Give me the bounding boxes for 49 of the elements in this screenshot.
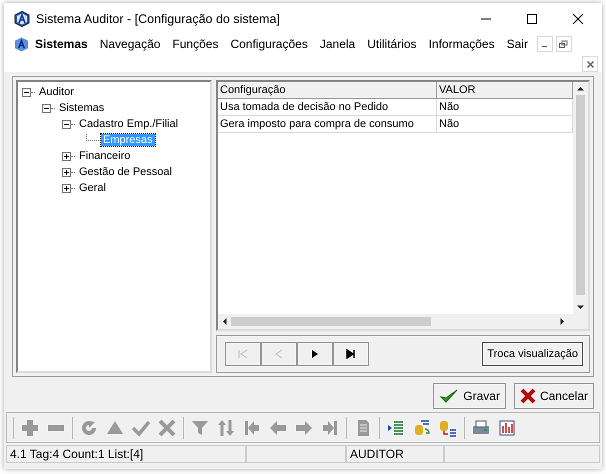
scroll-left-icon[interactable]	[222, 318, 227, 325]
menu-item[interactable]: Utilitários	[361, 37, 423, 51]
skip-right-icon	[345, 348, 357, 359]
toggle-view-button[interactable]: Troca visualização	[482, 342, 583, 366]
status-panel: 4.1 Tag:4 Count:1 List:[4]	[6, 445, 246, 463]
table-cell: Usa tomada de decisão no Pedido	[218, 99, 437, 116]
maximize-icon[interactable]	[526, 13, 538, 25]
menu-item[interactable]: Sistemas	[29, 37, 94, 51]
scroll-down-icon[interactable]	[577, 304, 584, 310]
expand-icon[interactable]	[62, 152, 71, 160]
skip-left-icon	[237, 348, 249, 359]
left-icon	[273, 348, 285, 359]
app-logo-icon	[14, 36, 29, 52]
collapse-icon[interactable]	[22, 88, 31, 96]
scroll-right-icon[interactable]	[560, 318, 565, 325]
vertical-scrollbar[interactable]	[573, 82, 588, 314]
collapse-icon[interactable]	[42, 104, 51, 112]
menu-item[interactable]: Sair	[500, 37, 534, 51]
next-record-button[interactable]	[297, 342, 333, 366]
scroll-up-icon[interactable]	[577, 86, 584, 91]
menu-item[interactable]: Funções	[166, 37, 224, 51]
status-panel: AUDITOR	[346, 445, 444, 463]
expand-icon[interactable]	[62, 184, 71, 192]
tree-item[interactable]: Geral	[77, 182, 108, 194]
collapse-icon[interactable]	[62, 120, 71, 128]
menu-item[interactable]: Janela	[314, 37, 362, 51]
menu-item[interactable]: Configurações	[224, 37, 314, 51]
column-header[interactable]: VALOR	[437, 82, 573, 99]
column-header[interactable]: Configuração	[218, 82, 437, 99]
tree-item[interactable]: Cadastro Emp./Filial	[77, 118, 180, 130]
save-button[interactable]: Gravar	[433, 382, 506, 409]
tree-item[interactable]: Gestão de Pessoal	[77, 166, 174, 178]
restore-icon[interactable]	[559, 40, 568, 48]
menu-item[interactable]: Informações	[422, 37, 501, 51]
app-logo-icon	[14, 11, 30, 27]
close-icon[interactable]	[572, 13, 584, 25]
dbswap-icon[interactable]	[412, 418, 432, 438]
chart-icon[interactable]	[497, 418, 517, 438]
last-record-button[interactable]	[333, 342, 369, 366]
window-title: Sistema Auditor - [Configuração do sistema]	[36, 12, 281, 26]
cancel-button[interactable]: Cancelar	[514, 382, 594, 409]
tree-item[interactable]: Financeiro	[77, 150, 132, 162]
expand-icon[interactable]	[62, 168, 71, 176]
cross-icon	[520, 388, 536, 404]
check-icon	[439, 388, 460, 404]
table-cell: Gera imposto para compra de consumo	[218, 116, 437, 133]
menu-item[interactable]: Navegação	[94, 37, 166, 51]
tree-item[interactable]: Auditor	[37, 86, 76, 98]
tree-item[interactable]: Sistemas	[57, 102, 106, 114]
